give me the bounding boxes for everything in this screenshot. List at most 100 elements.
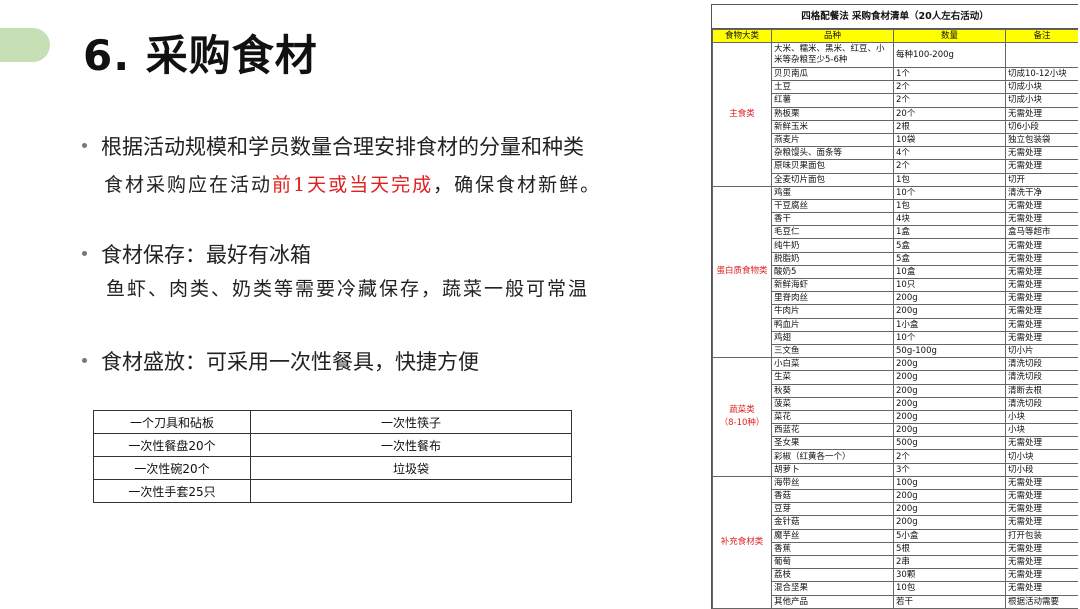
item-cell: 原味贝果面包 — [771, 159, 894, 174]
bullet-dot-icon — [82, 250, 87, 256]
quantity-cell: 50g-100g — [893, 343, 1006, 359]
note-cell: 无需处理 — [1005, 515, 1078, 530]
category-label: 蛋白质食物类 — [716, 266, 768, 277]
note-cell: 无需处理 — [1005, 277, 1078, 293]
note-cell: 无需处理 — [1005, 291, 1078, 306]
quantity-cell: 5根 — [893, 541, 1006, 556]
tableware-table: 一个刀具和砧板 一次性筷子 一次性餐盘20个 一次性餐布 一次性碗20个 垃圾袋 一次性手套… — [93, 410, 572, 503]
item-cell: 脱脂奶 — [771, 251, 894, 266]
bullet-storage: 食材保存：最好有冰箱 — [82, 239, 311, 269]
note-cell: 打开包装 — [1005, 528, 1078, 543]
quantity-cell: 1盒 — [893, 225, 1006, 240]
quantity-cell: 200g — [893, 515, 1006, 530]
quantity-cell: 若干 — [893, 594, 1006, 609]
tableware-cell: 一次性手套25只 — [93, 479, 251, 503]
quantity-cell: 200g — [893, 291, 1006, 306]
item-cell: 酸奶5 — [771, 264, 894, 280]
note-cell: 无需处理 — [1005, 159, 1078, 174]
note-cell: 切6小段 — [1005, 119, 1078, 134]
note-cell: 切开 — [1005, 172, 1078, 187]
quantity-cell: 200g — [893, 423, 1006, 438]
note-cell: 清断去根 — [1005, 383, 1078, 398]
quantity-cell: 200g — [893, 357, 1006, 372]
item-cell: 彩椒（红黄各一个） — [771, 449, 894, 464]
note-cell: 切成10-12小块 — [1005, 66, 1078, 82]
note-cell: 小块 — [1005, 409, 1078, 425]
quantity-cell: 3个 — [893, 462, 1006, 477]
item-cell: 海带丝 — [771, 475, 894, 491]
quantity-cell: 5盒 — [893, 251, 1006, 266]
quantity-cell: 200g — [893, 383, 1006, 398]
category-cell: 蔬菜类 （8-10种） — [712, 357, 772, 477]
item-cell: 燕麦片 — [771, 132, 894, 148]
bullet-dot-icon — [82, 357, 87, 363]
item-cell: 西蓝花 — [771, 423, 894, 438]
item-cell: 杂粮馒头、面条等 — [771, 146, 894, 161]
note-cell: 切小段 — [1005, 462, 1078, 477]
category-label: 主食类 — [729, 108, 755, 119]
tableware-cell: 垃圾袋 — [250, 456, 572, 480]
quantity-cell: 10只 — [893, 277, 1006, 293]
category-cell: 主食类 — [712, 42, 772, 187]
note-cell: 无需处理 — [1005, 317, 1078, 332]
item-cell: 熟板栗 — [771, 106, 894, 121]
item-cell: 大米、糯米、黑米、红豆、小米等杂粮至少5-6种 — [771, 42, 894, 68]
item-cell: 纯牛奶 — [771, 238, 894, 253]
quantity-cell: 1小盒 — [893, 317, 1006, 332]
note-cell: 无需处理 — [1005, 502, 1078, 517]
item-cell: 鸡蛋 — [771, 185, 894, 200]
note-cell: 无需处理 — [1005, 541, 1078, 556]
note-cell: 无需处理 — [1005, 264, 1078, 280]
note-cell: 切成小块 — [1005, 80, 1078, 95]
note-cell: 无需处理 — [1005, 304, 1078, 319]
quantity-cell: 1包 — [893, 198, 1006, 214]
tableware-cell: 一次性餐盘20个 — [93, 433, 251, 457]
item-cell: 豆芽 — [771, 502, 894, 517]
quantity-cell: 200g — [893, 396, 1006, 411]
quantity-cell: 10盒 — [893, 264, 1006, 280]
quantity-cell: 2个 — [893, 159, 1006, 174]
note-cell: 小块 — [1005, 423, 1078, 438]
quantity-cell: 20个 — [893, 106, 1006, 121]
table-row: 蔬菜类 （8-10种） 小白菜 200g 清洗切段 — [712, 357, 1078, 477]
note-purchase-timing: 食材采购应在活动前1天或当天完成，确保食材新鲜。 — [104, 170, 601, 197]
item-cell: 荔枝 — [771, 568, 894, 583]
item-cell: 毛豆仁 — [771, 225, 894, 240]
item-cell: 干豆腐丝 — [771, 198, 894, 214]
note-cell: 无需处理 — [1005, 238, 1078, 253]
quantity-cell: 100g — [893, 475, 1006, 491]
quantity-cell: 2根 — [893, 119, 1006, 134]
note-cell: 清洗干净 — [1005, 185, 1078, 200]
tableware-cell: 一个刀具和砧板 — [93, 410, 251, 434]
item-cell: 新鲜海虾 — [771, 277, 894, 293]
note-cell: 无需处理 — [1005, 475, 1078, 491]
category-cell: 补充食材类 — [712, 475, 772, 609]
quantity-cell: 200g — [893, 370, 1006, 385]
category-cell: 蛋白质食物类 — [712, 185, 772, 359]
item-cell: 其他产品 — [771, 594, 894, 609]
bullet-label: 食材盛放：可采用一次性餐具，快捷方便 — [101, 350, 479, 374]
note-cell: 独立包装袋 — [1005, 132, 1078, 148]
tableware-row: 一个刀具和砧板 一次性筷子 — [93, 410, 572, 434]
item-cell: 牛肉片 — [771, 304, 894, 319]
note-cell: 盒马等超市 — [1005, 225, 1078, 240]
header-quantity: 数量 — [893, 29, 1006, 43]
sheet-title: 四格配餐法 采购食材清单（20人左右活动） — [712, 5, 1078, 29]
bullet-label: 根据活动规模和学员数量合理安排食材的分量和种类 — [101, 135, 584, 159]
note-text-end: ，确保食材新鲜。 — [433, 174, 602, 196]
category-label: 补充食材类 — [720, 536, 764, 547]
note-cell: 清洗切段 — [1005, 357, 1078, 372]
item-cell: 菠菜 — [771, 396, 894, 411]
category-label: 蔬菜类 — [729, 404, 755, 415]
note-cell: 根据活动需要 — [1005, 594, 1078, 609]
quantity-cell: 1包 — [893, 172, 1006, 187]
header-item: 品种 — [771, 29, 894, 43]
slide-title: 6. 采购食材 — [83, 31, 318, 80]
item-cell: 三文鱼 — [771, 343, 894, 359]
quantity-cell: 200g — [893, 304, 1006, 319]
item-cell: 全麦切片面包 — [771, 172, 894, 187]
item-cell: 鸡翅 — [771, 330, 894, 345]
bullet-label: 食材保存：最好有冰箱 — [101, 243, 311, 267]
tableware-cell: 一次性筷子 — [250, 410, 572, 434]
quantity-cell: 4个 — [893, 146, 1006, 161]
